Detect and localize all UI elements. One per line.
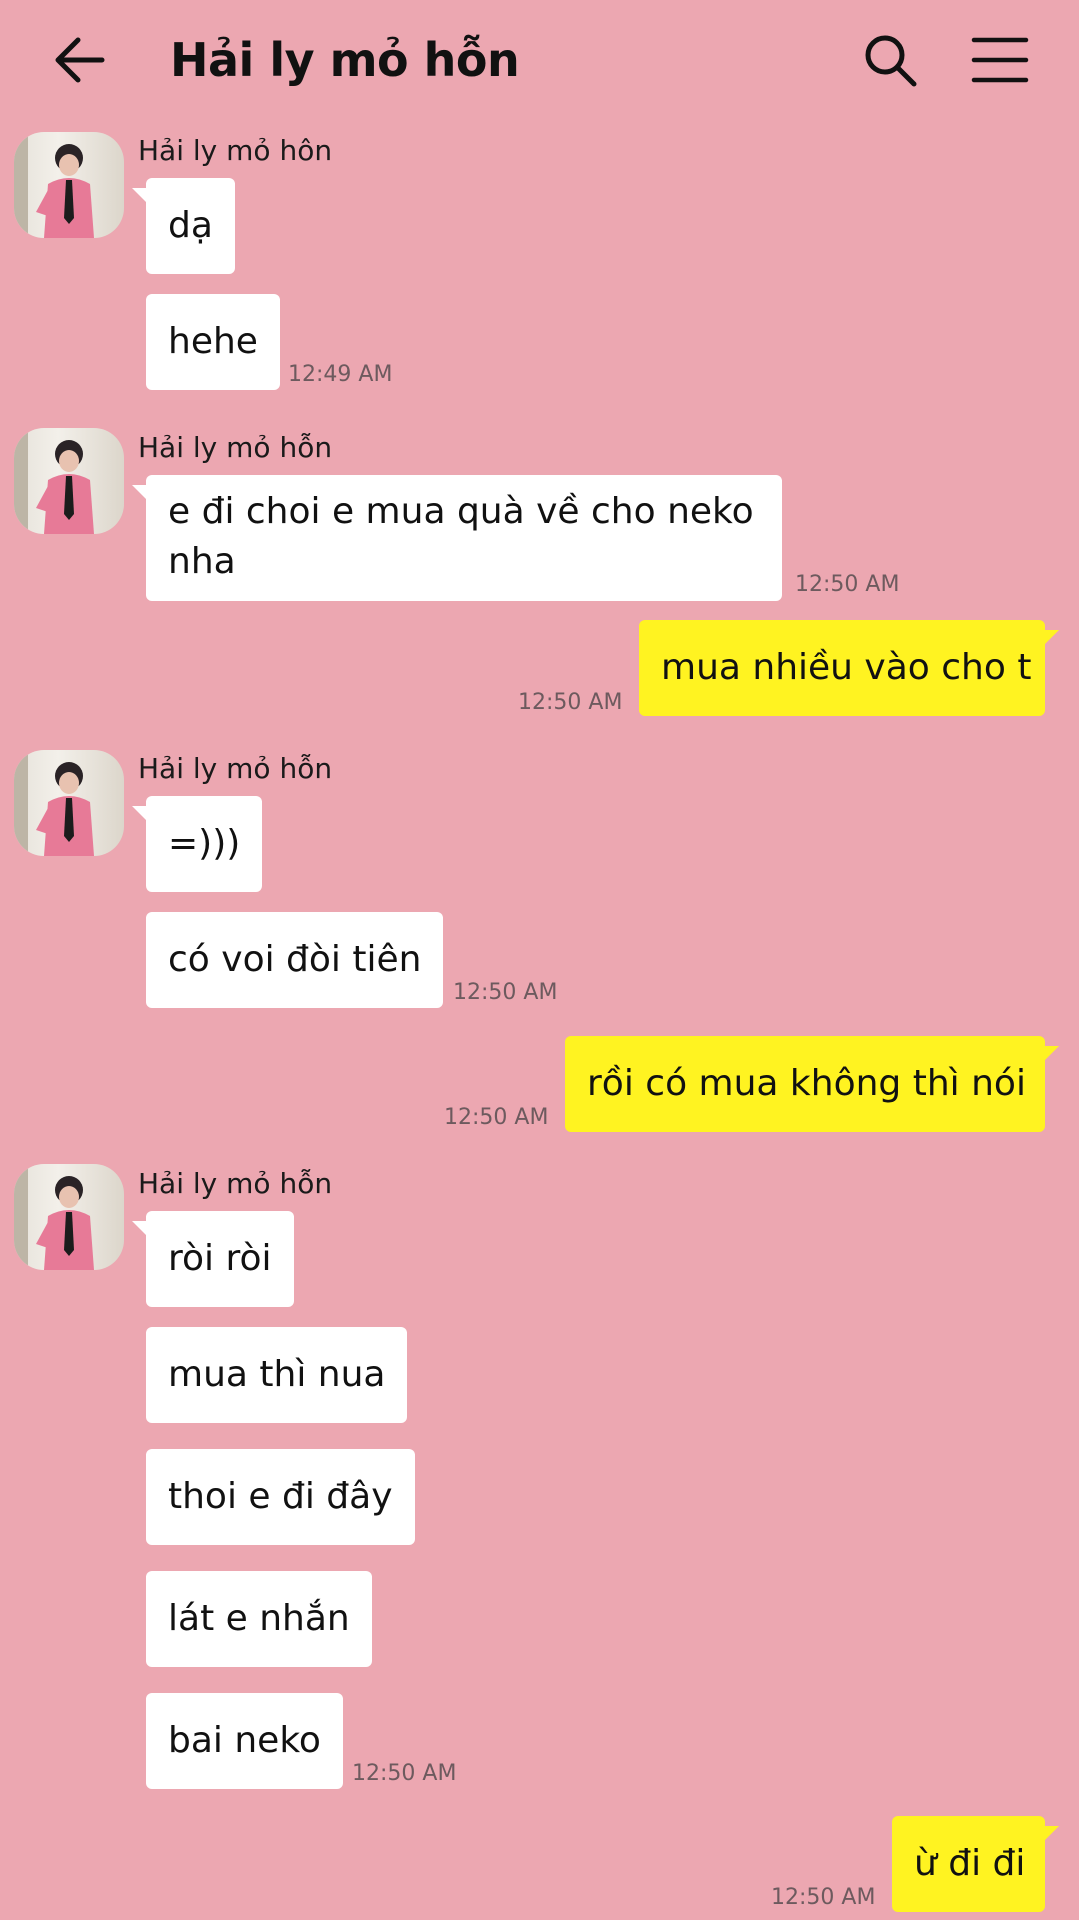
contact-avatar[interactable] — [14, 750, 124, 856]
avatar-photo — [14, 750, 94, 856]
contact-avatar[interactable] — [14, 132, 124, 238]
message-timestamp: 12:50 AM — [352, 1761, 457, 1786]
incoming-message[interactable]: e đi choi e mua quà về cho neko nha — [132, 475, 782, 601]
incoming-message[interactable]: hehe — [146, 294, 280, 390]
avatar-photo — [14, 428, 94, 534]
chat-header: Hải ly mỏ hỗn — [0, 0, 1079, 122]
contact-avatar[interactable] — [14, 1164, 124, 1270]
incoming-message[interactable]: dạ — [132, 178, 235, 274]
sender-name: Hải ly mỏ hỗn — [138, 752, 333, 785]
arrow-left-icon — [55, 37, 105, 83]
message-timestamp: 12:49 AM — [288, 362, 393, 387]
hamburger-menu-icon — [971, 37, 1029, 83]
incoming-message[interactable]: mua thì nua — [146, 1327, 408, 1423]
search-icon — [865, 35, 917, 87]
incoming-message[interactable]: =))) — [131, 796, 263, 892]
incoming-message[interactable]: có voi đòi tiên — [146, 912, 444, 1008]
message-timestamp: 12:50 AM — [453, 980, 558, 1005]
incoming-message[interactable]: bai neko — [146, 1693, 343, 1789]
avatar-photo — [14, 1164, 94, 1270]
message-timestamp: 12:50 AM — [795, 572, 900, 597]
message-timestamp: 12:50 AM — [771, 1885, 876, 1910]
chat-title: Hải ly mỏ hỗn — [170, 33, 520, 87]
sender-name: Hải ly mỏ hỗn — [138, 1167, 333, 1200]
avatar-photo — [14, 132, 94, 238]
incoming-message[interactable]: thoi e đi đây — [146, 1449, 415, 1545]
menu-button[interactable] — [970, 32, 1030, 88]
sender-name: Hải ly mỏ hôn — [138, 134, 333, 167]
contact-avatar[interactable] — [14, 428, 124, 534]
message-timestamp: 12:50 AM — [518, 690, 623, 715]
outgoing-message[interactable]: ừ đi đi — [892, 1816, 1059, 1912]
search-button[interactable] — [860, 30, 920, 90]
incoming-message[interactable]: lát e nhắn — [146, 1571, 372, 1667]
sender-name: Hải ly mỏ hỗn — [138, 431, 333, 464]
outgoing-message[interactable]: mua nhiều vào cho t — [639, 620, 1059, 716]
back-button[interactable] — [52, 30, 108, 90]
incoming-message[interactable]: ròi ròi — [132, 1211, 294, 1307]
message-timestamp: 12:50 AM — [444, 1105, 549, 1130]
outgoing-message[interactable]: rồi có mua không thì nói — [565, 1036, 1059, 1132]
